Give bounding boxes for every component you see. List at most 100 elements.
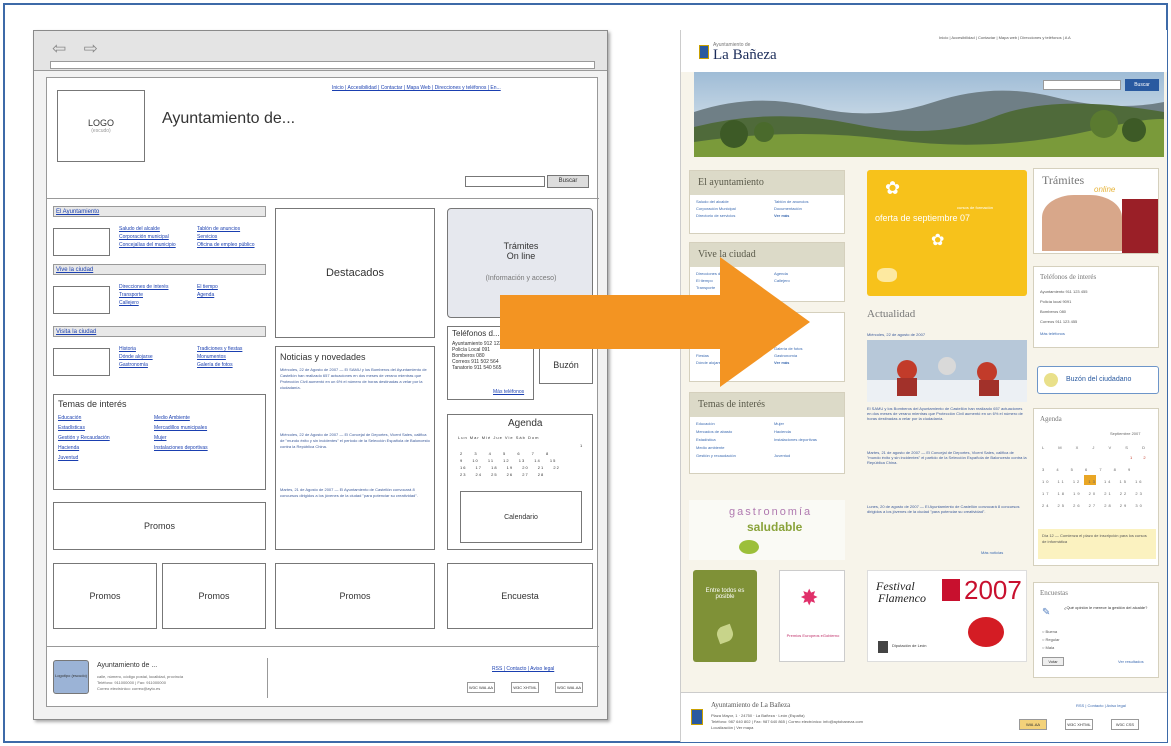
link[interactable]: Medio Ambiente xyxy=(154,415,190,421)
news-item[interactable]: Martes, 21 de Agosto de 2007 — El Ayunta… xyxy=(280,487,430,499)
brand-name[interactable]: La Bañeza xyxy=(713,47,777,64)
tramites-banner[interactable]: Trámites online xyxy=(1033,168,1159,254)
link[interactable]: Tablón de anuncios xyxy=(197,226,240,232)
section-visita[interactable]: Visita la ciudad xyxy=(53,326,266,337)
promo-box[interactable]: Promos xyxy=(162,563,266,629)
footer-links[interactable]: RSS | Contacto | Aviso legal xyxy=(1076,703,1126,708)
news-item[interactable]: Lunes, 20 de agosto de 2007 — El Ayuntam… xyxy=(867,504,1027,514)
search-input[interactable] xyxy=(465,176,545,187)
buzon-button[interactable]: Buzón del ciudadano xyxy=(1037,366,1159,394)
panel-title[interactable]: El ayuntamiento xyxy=(690,171,844,195)
link[interactable]: Gastronomía xyxy=(119,362,148,368)
link[interactable]: Juventud xyxy=(774,453,790,458)
link[interactable]: Saludo del alcalde xyxy=(696,199,729,204)
tel-row: Tanatorio 911 540 565 xyxy=(452,365,502,371)
link[interactable]: Estadística xyxy=(696,437,716,442)
search-button[interactable]: Buscar xyxy=(547,175,589,188)
link[interactable]: Tablón de anuncios xyxy=(774,199,808,204)
actualidad-title: Actualidad xyxy=(867,308,916,320)
thumb xyxy=(53,286,110,314)
link[interactable]: Hacienda xyxy=(58,445,79,451)
link[interactable]: Estadísticas xyxy=(58,425,85,431)
link[interactable]: Corporación Municipal xyxy=(696,206,736,211)
destacados-box[interactable]: Destacados xyxy=(275,208,435,338)
news-item[interactable]: Miércoles, 22 de Agosto de 2007 — El SAM… xyxy=(280,367,430,391)
link[interactable]: El tiempo xyxy=(197,284,218,290)
link[interactable]: Transporte xyxy=(119,292,143,298)
search-button[interactable]: Buscar xyxy=(1125,79,1159,91)
top-links[interactable]: Inicio | Accesibilidad | Contactar | Map… xyxy=(939,35,1071,40)
link[interactable]: Instalaciones deportivas xyxy=(774,437,824,442)
promo-box[interactable]: Promos xyxy=(53,502,266,550)
address-bar[interactable] xyxy=(50,61,595,69)
link[interactable]: Oficina de empleo público xyxy=(197,242,255,248)
link[interactable]: Juventud xyxy=(58,455,78,461)
link[interactable]: Ver más xyxy=(774,213,789,218)
news-item[interactable]: Miércoles, 22 de Agosto de 2007 — El Con… xyxy=(280,432,430,450)
link[interactable]: Hacienda xyxy=(774,429,791,434)
pea-icon xyxy=(739,540,759,554)
agenda-title: Agenda xyxy=(508,418,543,429)
telefonos-title: Teléfonos d... xyxy=(452,329,500,338)
link[interactable]: Instalaciones deportivas xyxy=(154,445,208,451)
oferta-banner[interactable]: ✿ cursos de formación oferta de septiemb… xyxy=(867,170,1027,296)
link[interactable]: Historia xyxy=(119,346,136,352)
link[interactable]: Gestión y Recaudación xyxy=(58,435,110,441)
link[interactable]: Callejero xyxy=(119,300,139,306)
gastronomia-banner[interactable]: gastronomía saludable xyxy=(689,500,845,560)
link[interactable]: Mujer xyxy=(774,421,784,426)
encuestas-panel: Encuestas ✎ ¿Qué opinión le merece la ge… xyxy=(1033,582,1159,678)
news-item[interactable]: Martes, 21 de agosto de 2007 — El Concej… xyxy=(867,450,1027,465)
calendario-box[interactable]: Calendario xyxy=(460,491,582,543)
vote-button[interactable]: Votar xyxy=(1042,657,1064,666)
footer-line[interactable]: Localización | Ver mapa xyxy=(711,725,753,730)
news-item[interactable]: El SAMU y los Bomberos del Ayuntamiento … xyxy=(867,406,1027,421)
footer-title: Ayuntamiento de La Bañeza xyxy=(711,701,791,709)
search-input[interactable] xyxy=(1043,80,1121,90)
link[interactable]: Direcciones de interés xyxy=(119,284,168,290)
results-link[interactable]: Ver resultados xyxy=(1118,659,1144,664)
tel-more-link[interactable]: Más teléfonos xyxy=(1040,331,1065,336)
link[interactable]: Medio ambiente xyxy=(696,445,724,450)
back-forward-icon[interactable]: ⇦ ⇨ xyxy=(52,39,104,59)
news-photo xyxy=(867,340,1027,402)
encuesta-option[interactable]: ○ Regular xyxy=(1042,637,1060,642)
link[interactable]: Saludo del alcalde xyxy=(119,226,160,232)
arrow-right-icon xyxy=(500,257,810,387)
link[interactable]: Agenda xyxy=(197,292,214,298)
link[interactable]: Mercados de abasto xyxy=(696,429,732,434)
section-ayuntamiento[interactable]: El Ayuntamiento xyxy=(53,206,266,217)
section-vive[interactable]: Vive la ciudad xyxy=(53,264,266,275)
premios-banner[interactable]: ✸ Premios Europeos eGobierno xyxy=(779,570,845,662)
promo-box[interactable]: Promos xyxy=(53,563,157,629)
encuesta-option[interactable]: ○ Mala xyxy=(1042,645,1054,650)
link[interactable]: Mercadillos municipales xyxy=(154,425,207,431)
link[interactable]: Directorio de servicios xyxy=(696,213,735,218)
link[interactable]: Tradiciones y fiestas xyxy=(197,346,242,352)
more-news-link[interactable]: Más noticias xyxy=(981,550,1003,555)
link[interactable]: Dónde alojarse xyxy=(119,354,153,360)
cal-header: L M X J V S D xyxy=(1042,445,1147,450)
link[interactable]: Gestión y recaudación xyxy=(696,453,736,458)
entre-todos-banner[interactable]: Entre todos es posible xyxy=(693,570,757,662)
thumb xyxy=(53,348,110,376)
promo-box[interactable]: Promos xyxy=(275,563,435,629)
footer-links[interactable]: RSS | Contacto | Aviso legal xyxy=(492,666,554,672)
link[interactable]: Educación xyxy=(696,421,715,426)
encuesta-box[interactable]: Encuesta xyxy=(447,563,593,629)
panel-title[interactable]: Temas de interés xyxy=(690,393,844,417)
link[interactable]: Monumentos xyxy=(197,354,226,360)
link[interactable]: Documentación xyxy=(774,206,802,211)
link[interactable]: Mujer xyxy=(154,435,167,441)
festival-banner[interactable]: Festival Flamenco 2007 Diputación de Leó… xyxy=(867,570,1027,662)
agenda-note[interactable]: Día 12 — Comienza el plazo de inscripció… xyxy=(1038,529,1156,559)
cal-row: 10 11 12 13 14 15 16 xyxy=(1042,479,1144,484)
link[interactable]: Galería de fotos xyxy=(197,362,233,368)
top-links[interactable]: Inicio | Accesibilidad | Contactar | Map… xyxy=(332,85,501,91)
link[interactable]: Corporación municipal xyxy=(119,234,169,240)
link[interactable]: Servicios xyxy=(197,234,217,240)
link[interactable]: Concejalías del municipio xyxy=(119,242,176,248)
tel-more-link[interactable]: Más teléfonos xyxy=(493,389,524,395)
encuesta-option[interactable]: ○ Buena xyxy=(1042,629,1057,634)
link[interactable]: Educación xyxy=(58,415,81,421)
